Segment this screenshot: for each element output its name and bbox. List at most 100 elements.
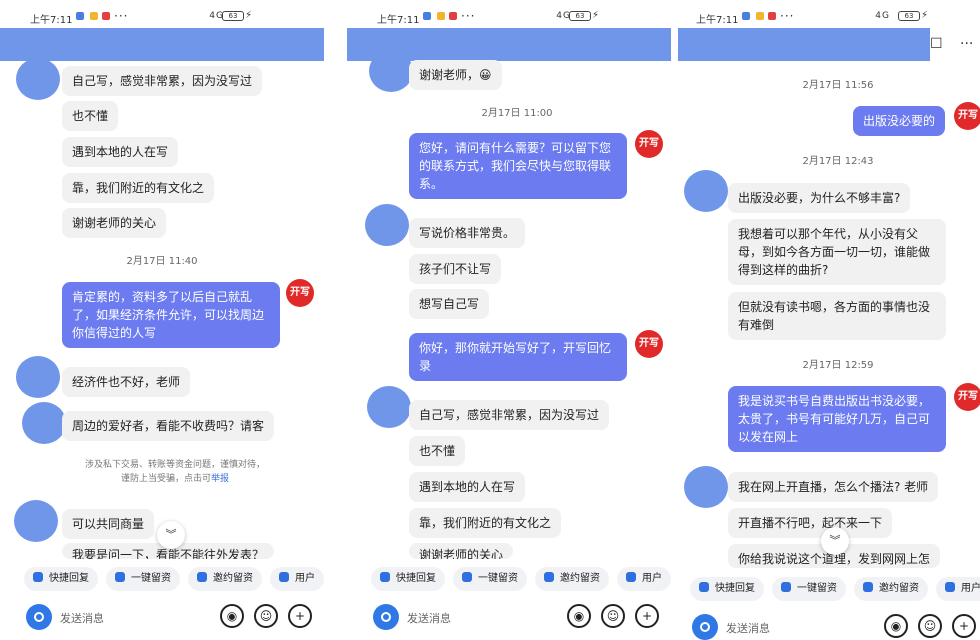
message-input[interactable]: 发送消息	[60, 610, 104, 626]
emoji-icon[interactable]: ☺	[918, 614, 942, 638]
quick-reply-icon	[699, 582, 709, 592]
message-bubble[interactable]: 谢谢老师，😀	[409, 60, 502, 90]
app-notification-icon	[102, 12, 110, 20]
emoji-icon[interactable]: ☺	[601, 604, 625, 628]
more-notifications-icon: ···	[461, 9, 476, 23]
app-notification-icon	[437, 12, 445, 20]
message-bubble[interactable]: 谢谢老师的关心	[409, 543, 514, 559]
header-bar	[0, 28, 324, 61]
emoji-icon[interactable]: ☺	[254, 604, 278, 628]
bookmark-icon[interactable]: ☐	[930, 36, 943, 52]
timestamp: 2月17日 12:43	[802, 156, 874, 167]
message-input-row: 发送消息 ◉ ☺ +	[692, 612, 980, 640]
more-icon[interactable]: ···	[960, 36, 973, 52]
message-input-row: 发送消息 ◉ ☺ +	[26, 602, 324, 636]
invite-icon	[863, 582, 873, 592]
message-bubble[interactable]: 也不懂	[409, 436, 466, 466]
message-bubble[interactable]: 谢谢老师的关心	[62, 208, 167, 238]
message-bubble[interactable]: 我想着可以那个年代，从小没有父母，到如今各方面一切一切，谁能做得到这样的曲折?	[728, 219, 946, 285]
charging-icon: ⚡	[920, 10, 928, 21]
lead-icon	[115, 572, 125, 582]
avatar[interactable]	[14, 500, 58, 542]
message-input[interactable]: 发送消息	[726, 620, 770, 636]
one-click-lead-chip[interactable]: 一键留资	[772, 577, 846, 601]
avatar[interactable]	[367, 386, 411, 428]
avatar[interactable]	[684, 466, 728, 508]
message-bubble[interactable]: 靠，我们附近的有文化之	[62, 173, 215, 203]
status-time: 上午7:11	[30, 15, 73, 26]
user-chip[interactable]: 用户	[617, 567, 671, 591]
message-bubble[interactable]: 可以共同商量	[62, 509, 155, 539]
one-click-lead-chip[interactable]: 一键留资	[453, 567, 527, 591]
voice-icon[interactable]: ◉	[220, 604, 244, 628]
user-icon	[626, 572, 636, 582]
timestamp: 2月17日 12:59	[802, 360, 874, 371]
user-chip[interactable]: 用户	[936, 577, 980, 601]
lead-icon	[781, 582, 791, 592]
message-input[interactable]: 发送消息	[407, 610, 451, 626]
notice-text: 谨防上当受骗，点击可	[120, 474, 211, 484]
plus-icon[interactable]: +	[635, 604, 659, 628]
avatar[interactable]	[22, 402, 66, 444]
reply-bubble[interactable]: 您好，请问有什么需要？可以留下您的联系方式，我们会尽快与您取得联系。	[409, 133, 627, 199]
chat-screen-1: 上午7:11 ··· 4G 63 ⚡ 自己写，感觉非常累，因为没写过 也不懂 遇…	[0, 0, 324, 640]
voice-icon[interactable]: ◉	[567, 604, 591, 628]
message-bubble[interactable]: 周边的爱好者，看能不收费吗？请客	[62, 411, 275, 441]
message-bubble[interactable]: 写说价格非常贵。	[409, 218, 526, 248]
camera-icon[interactable]	[26, 604, 52, 630]
reply-bubble[interactable]: 出版没必要的	[853, 106, 946, 136]
avatar[interactable]	[369, 50, 413, 92]
invite-lead-chip[interactable]: 邀约留资	[854, 577, 928, 601]
invite-lead-chip[interactable]: 邀约留资	[535, 567, 609, 591]
message-bubble[interactable]: 我在网上开直播，怎么个播法? 老师	[728, 472, 939, 502]
avatar[interactable]	[684, 170, 728, 212]
message-bubble[interactable]: 经济件也不好，老师	[62, 367, 191, 397]
message-bubble[interactable]: 遇到本地的人在写	[409, 472, 526, 502]
message-bubble[interactable]: 孩子们不让写	[409, 254, 502, 284]
message-bubble[interactable]: 自己写，感觉非常累，因为没写过	[409, 400, 610, 430]
message-bubble[interactable]: 想写自己写	[409, 289, 490, 319]
message-bubble[interactable]: 遇到本地的人在写	[62, 137, 179, 167]
quick-reply-chip[interactable]: 快捷回复	[371, 567, 445, 591]
message-bubble[interactable]: 自己写，感觉非常累，因为没写过	[62, 66, 263, 96]
voice-icon[interactable]: ◉	[884, 614, 908, 638]
plus-icon[interactable]: +	[952, 614, 976, 638]
scroll-down-button[interactable]: ︾	[157, 521, 185, 549]
user-chip[interactable]: 用户	[270, 567, 324, 591]
camera-icon[interactable]	[373, 604, 399, 630]
notice-text: 涉及私下交易、转账等资金问题，谨慎对待，	[84, 460, 265, 470]
one-click-lead-chip[interactable]: 一键留资	[106, 567, 180, 591]
battery-icon: 63	[222, 11, 244, 21]
message-bubble[interactable]: 但就没有读书嗯，各方面的事情也没有难倒	[728, 292, 946, 340]
report-link[interactable]: 举报	[211, 474, 229, 484]
chat-screen-2: 上午7:11 ··· 4G 63 ⚡ 谢谢老师，😀 2月17日 11:00 您好…	[347, 0, 671, 640]
reply-bubble[interactable]: 你好，那你就开始写好了，开写回忆录	[409, 333, 627, 381]
app-notification-icon	[423, 12, 431, 20]
brand-logo: 开写	[954, 102, 980, 130]
scroll-down-button[interactable]: ︾	[821, 527, 849, 555]
plus-icon[interactable]: +	[288, 604, 312, 628]
camera-icon[interactable]	[692, 614, 718, 640]
user-icon	[945, 582, 955, 592]
message-bubble[interactable]: 出版没必要，为什么不够丰富?	[728, 183, 911, 213]
battery-icon: 63	[569, 11, 591, 21]
app-notification-icon	[768, 12, 776, 20]
avatar[interactable]	[16, 58, 60, 100]
quick-actions: 快捷回复 一键留资 邀约留资 用户	[371, 567, 671, 593]
invite-lead-chip[interactable]: 邀约留资	[188, 567, 262, 591]
quick-reply-chip[interactable]: 快捷回复	[690, 577, 764, 601]
reply-bubble[interactable]: 肯定累的，资料多了以后自己就乱了，如果经济条件允许，可以找周边你信得过的人写	[62, 282, 280, 348]
app-notification-icon	[742, 12, 750, 20]
avatar[interactable]	[365, 204, 409, 246]
message-bubble[interactable]: 也不懂	[62, 101, 119, 131]
avatar[interactable]	[16, 356, 60, 398]
quick-actions: 快捷回复 一键留资 邀约留资 用户	[690, 577, 980, 603]
brand-logo: 开写	[954, 383, 980, 411]
quick-reply-chip[interactable]: 快捷回复	[24, 567, 98, 591]
brand-logo: 开写	[635, 330, 663, 358]
timestamp: 2月17日 11:00	[481, 108, 553, 119]
message-bubble[interactable]: 开直播不行吧，起不来一下	[728, 508, 893, 538]
message-bubble[interactable]: 靠，我们附近的有文化之	[409, 508, 562, 538]
reply-bubble[interactable]: 我是说买书号自费出版出书没必要，太贵了，书号有可能好几万，自己可以发在网上	[728, 386, 946, 452]
status-bar: 上午7:11 ··· 4G 63 ⚡	[678, 0, 980, 30]
